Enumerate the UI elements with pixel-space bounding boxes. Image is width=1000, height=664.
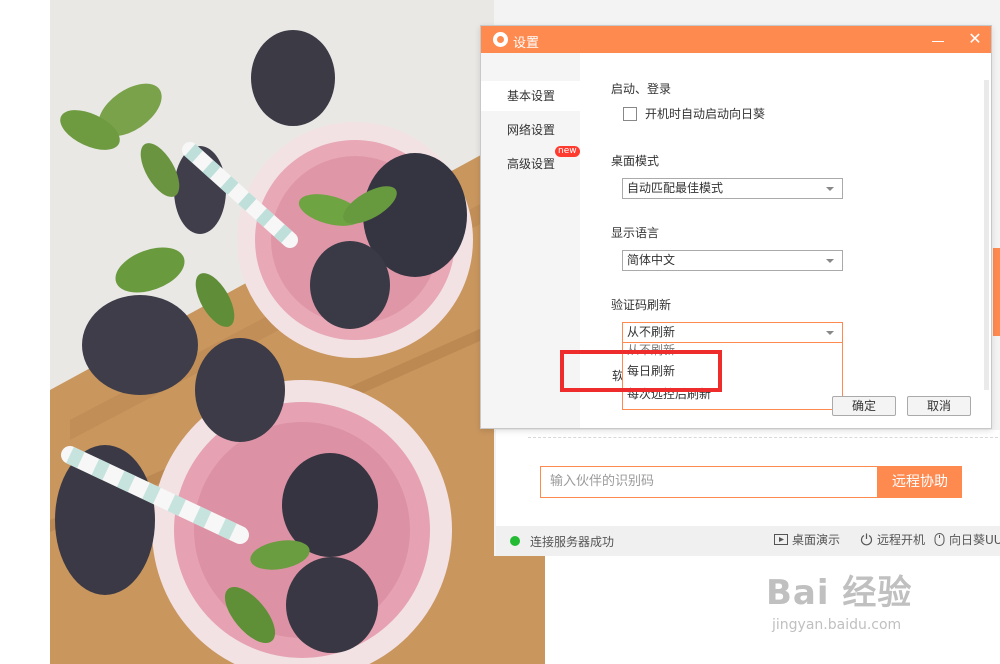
sunlogin-logo-icon xyxy=(493,32,508,47)
dialog-title: 设置 xyxy=(513,36,540,51)
desktop-mode-select[interactable]: 自动匹配最佳模式 xyxy=(622,178,843,199)
remote-assist-button[interactable]: 远程协助 xyxy=(878,466,962,498)
partner-id-input[interactable]: 输入伙伴的识别码 xyxy=(540,466,878,498)
baidu-watermark: Bai 经验 jingyan.baidu.com xyxy=(766,573,913,633)
nav-advanced-settings[interactable]: 高级设置 new xyxy=(481,146,580,179)
language-select[interactable]: 简体中文 xyxy=(622,250,843,271)
chevron-down-icon xyxy=(826,259,834,263)
section-startup-title: 启动、登录 xyxy=(611,82,672,96)
nav-basic-settings[interactable]: 基本设置 xyxy=(481,81,580,111)
ok-button[interactable]: 确定 xyxy=(832,396,896,416)
remote-boot-link[interactable]: 远程开机 xyxy=(860,531,925,548)
chevron-down-icon xyxy=(826,331,834,335)
status-text: 连接服务器成功 xyxy=(530,535,615,549)
play-screen-icon xyxy=(774,533,788,545)
new-badge: new xyxy=(555,146,580,157)
nav-network-settings[interactable]: 网络设置 xyxy=(481,115,580,145)
close-icon[interactable]: ✕ xyxy=(967,30,983,48)
section-language-title: 显示语言 xyxy=(611,226,660,240)
settings-dialog: 设置 ✕ 基本设置 网络设置 高级设置 new 启动、登录 开机时自动启动向日葵… xyxy=(480,25,992,429)
scrollbar[interactable] xyxy=(984,80,989,390)
mouse-icon xyxy=(934,533,945,546)
background-photo xyxy=(50,0,545,664)
autostart-checkbox[interactable] xyxy=(623,106,637,121)
divider xyxy=(528,437,998,438)
section-captcha-title: 验证码刷新 xyxy=(611,298,672,312)
chevron-down-icon xyxy=(826,187,834,191)
autostart-label: 开机时自动启动向日葵 xyxy=(645,107,766,121)
side-accent xyxy=(993,248,1000,336)
dialog-titlebar[interactable]: 设置 ✕ xyxy=(481,26,991,53)
captcha-refresh-select[interactable]: 从不刷新 xyxy=(622,322,843,343)
sunlogin-uu-link[interactable]: 向日葵UU xyxy=(934,531,1000,548)
status-dot-icon xyxy=(510,536,520,546)
cancel-button[interactable]: 取消 xyxy=(907,396,971,416)
autostart-row[interactable]: 开机时自动启动向日葵 xyxy=(623,105,765,122)
highlight-annotation xyxy=(560,350,722,392)
power-icon xyxy=(860,533,873,546)
desktop-demo-link[interactable]: 桌面演示 xyxy=(774,531,840,548)
minimize-icon[interactable] xyxy=(931,32,945,46)
section-desktop-mode-title: 桌面模式 xyxy=(611,154,660,168)
